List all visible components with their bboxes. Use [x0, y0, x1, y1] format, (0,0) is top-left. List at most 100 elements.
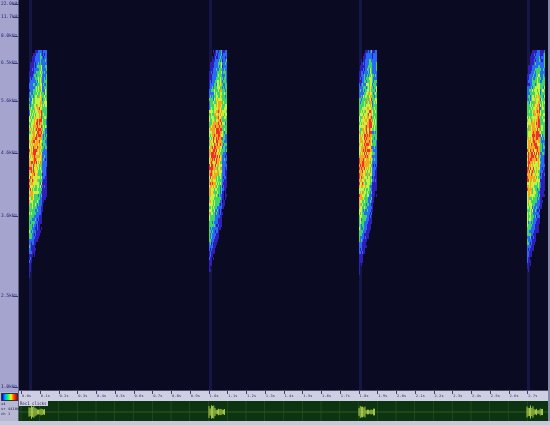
spectrogram-cell	[31, 227, 32, 230]
time-tick-label: 0.9s	[190, 393, 200, 398]
spectrogram-cell	[217, 95, 218, 98]
spectrogram-cell	[538, 224, 539, 227]
spectrogram-cell	[219, 134, 220, 137]
spectrogram-cell	[540, 56, 541, 59]
spectrogram-cell	[534, 116, 535, 119]
spectrogram-cell	[37, 74, 38, 77]
spectrogram-cell	[540, 140, 541, 143]
spectrogram-cell	[224, 170, 225, 173]
spectrogram-cell	[544, 74, 545, 77]
spectrogram-cell	[37, 131, 38, 134]
spectrogram-cell	[43, 104, 44, 107]
spectrogram-cell	[376, 179, 377, 182]
spectrogram-cell	[529, 191, 530, 194]
spectrogram-cell	[533, 137, 534, 140]
spectrogram-cell	[543, 83, 544, 86]
spectrogram-cell	[537, 65, 538, 68]
spectrogram-cell	[364, 59, 365, 62]
spectrogram-cell	[375, 59, 376, 62]
spectrogram-cell	[223, 65, 224, 68]
spectrogram-cell	[538, 134, 539, 137]
spectrogram-cell	[31, 242, 32, 245]
spectrogram-cell	[376, 119, 377, 122]
spectrogram-cell	[535, 236, 536, 239]
spectrogram-cell	[34, 134, 35, 137]
spectrogram-cell	[33, 182, 34, 185]
spectrogram-cell	[225, 170, 226, 173]
spectrogram-cell	[34, 161, 35, 164]
spectrogram-cell	[372, 146, 373, 149]
spectrogram-cell	[544, 71, 545, 74]
spectrogram-cell	[366, 221, 367, 224]
spectrogram-display[interactable]	[19, 0, 548, 390]
spectrogram-cell	[217, 65, 218, 68]
spectrogram-cell	[31, 209, 32, 212]
spectrogram-cell	[216, 71, 217, 74]
spectrogram-cell	[372, 200, 373, 203]
spectrogram-cell	[213, 122, 214, 125]
spectrogram-cell	[36, 71, 37, 74]
spectrogram-cell	[29, 95, 30, 98]
spectrogram-cell	[531, 170, 532, 173]
spectrogram-cell	[361, 110, 362, 113]
spectrogram-cell	[534, 152, 535, 155]
spectrogram-cell	[29, 269, 30, 272]
spectrogram-cell	[534, 77, 535, 80]
spectrogram-cell	[541, 131, 542, 134]
spectrogram-cell	[221, 200, 222, 203]
spectrogram-cell	[367, 137, 368, 140]
spectrogram-cell	[221, 65, 222, 68]
spectrogram-cell	[369, 200, 370, 203]
spectrogram-cell	[533, 197, 534, 200]
spectrogram-cell	[369, 110, 370, 113]
spectrogram-cell	[368, 194, 369, 197]
spectrogram-cell	[221, 188, 222, 191]
waveform-canvas[interactable]	[19, 401, 548, 421]
spectrogram-cell	[39, 224, 40, 227]
spectrogram-cell	[40, 158, 41, 161]
spectrogram-cell	[370, 131, 371, 134]
spectrogram-cell	[365, 236, 366, 239]
spectrogram-cell	[222, 134, 223, 137]
spectrogram-cell	[33, 128, 34, 131]
spectrogram-cell	[213, 101, 214, 104]
spectrogram-cell	[31, 149, 32, 152]
spectrogram-cell	[539, 116, 540, 119]
spectrogram-cell	[40, 230, 41, 233]
spectrogram-cell	[372, 119, 373, 122]
spectrogram-cell	[371, 101, 372, 104]
spectrogram-cell	[366, 158, 367, 161]
spectrogram-cell	[535, 131, 536, 134]
spectrogram-cell	[39, 50, 40, 53]
spectrogram-cell	[533, 239, 534, 242]
spectrogram-cell	[531, 116, 532, 119]
spectrogram-cell	[539, 125, 540, 128]
spectrogram-cell	[538, 59, 539, 62]
spectrogram-cell	[364, 65, 365, 68]
spectrogram-cell	[45, 77, 46, 80]
spectrogram-cell	[368, 224, 369, 227]
spectrogram-cell	[46, 65, 47, 68]
spectrogram-cell	[540, 200, 541, 203]
spectrogram-cell	[37, 125, 38, 128]
spectrogram-cell	[538, 83, 539, 86]
spectrogram-cell	[34, 77, 35, 80]
spectrogram-canvas[interactable]	[19, 0, 548, 390]
spectrogram-cell	[543, 86, 544, 89]
spectrogram-cell	[46, 104, 47, 107]
spectrogram-cell	[30, 200, 31, 203]
spectrogram-cell	[45, 188, 46, 191]
spectrogram-cell	[214, 248, 215, 251]
spectrogram-cell	[534, 188, 535, 191]
spectrogram-cell	[32, 98, 33, 101]
color-scale-bar[interactable]	[1, 393, 18, 401]
spectrogram-cell	[535, 143, 536, 146]
waveform-track[interactable]	[19, 401, 548, 421]
spectrogram-cell	[367, 218, 368, 221]
spectrogram-cell	[46, 74, 47, 77]
spectrogram-cell	[527, 257, 528, 260]
spectrogram-cell	[224, 143, 225, 146]
spectrogram-cell	[38, 146, 39, 149]
spectrogram-cell	[40, 155, 41, 158]
spectrogram-cell	[46, 140, 47, 143]
